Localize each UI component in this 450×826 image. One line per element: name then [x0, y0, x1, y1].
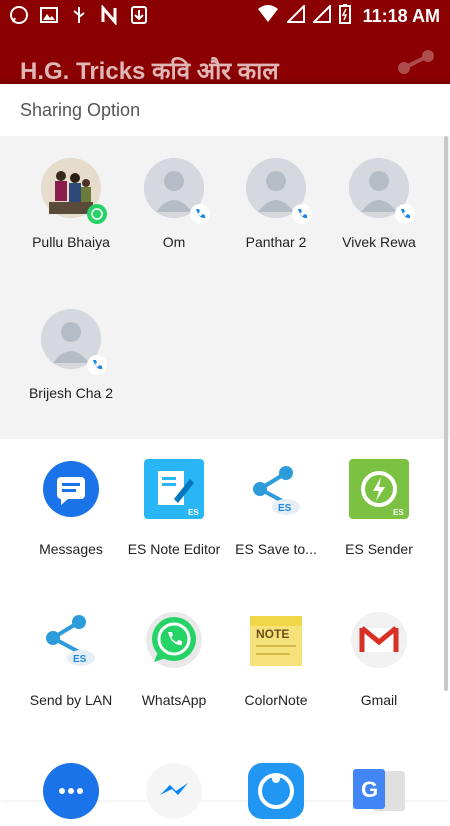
- status-bar: 11:18 AM: [0, 0, 450, 30]
- whatsapp-icon: [144, 610, 204, 670]
- share-target-gmail[interactable]: Gmail: [328, 610, 430, 708]
- share-target-whatsapp[interactable]: WhatsApp: [123, 610, 225, 708]
- share-target-es-sender[interactable]: ES ES Sender: [328, 459, 430, 557]
- whatsapp-notification-icon: [8, 4, 30, 26]
- usb-icon: [68, 4, 90, 26]
- messages-icon: [41, 459, 101, 519]
- contact-name: Pullu Bhaiya: [32, 234, 110, 250]
- phone-badge-icon: [190, 204, 210, 224]
- scrollbar[interactable]: [444, 136, 448, 691]
- avatar-photo: [41, 158, 107, 224]
- svg-text:ES: ES: [188, 508, 199, 517]
- battery-icon: [338, 4, 351, 29]
- colornote-icon: NOTE: [246, 610, 306, 670]
- share-target-messenger[interactable]: [123, 761, 225, 821]
- share-sheet: Sharing Option Pullu Bhaiya Om Panthar 2…: [0, 84, 450, 819]
- avatar-placeholder-icon: [41, 309, 107, 375]
- contact-om[interactable]: Om: [123, 158, 225, 250]
- contact-name: Brijesh Cha 2: [28, 385, 114, 401]
- whatsapp-badge-icon: [87, 204, 107, 224]
- app-bar: H.G. Tricks कवि और काल: [0, 30, 450, 85]
- share-target-chat[interactable]: [20, 761, 122, 821]
- share-target-es-note-editor[interactable]: ES ES Note Editor: [123, 459, 225, 557]
- shareit-icon: [246, 761, 306, 821]
- share-target-colornote[interactable]: NOTE ColorNote: [225, 610, 327, 708]
- app-label: ES Note Editor: [127, 541, 221, 557]
- avatar-placeholder-icon: [246, 158, 312, 224]
- download-icon: [128, 4, 150, 26]
- es-sender-icon: ES: [349, 459, 409, 519]
- google-translate-icon: G: [349, 761, 409, 821]
- wifi-icon: [257, 5, 279, 28]
- app-label: ES Save to...: [235, 541, 317, 557]
- contact-brijesh-cha-2[interactable]: Brijesh Cha 2: [20, 309, 122, 401]
- contact-pullu-bhaiya[interactable]: Pullu Bhaiya: [20, 158, 122, 250]
- contact-vivek-rewa[interactable]: Vivek Rewa: [328, 158, 430, 250]
- svg-text:NOTE: NOTE: [256, 627, 289, 641]
- app-label: Gmail: [360, 692, 398, 708]
- avatar-placeholder-icon: [144, 158, 210, 224]
- phone-badge-icon: [395, 204, 415, 224]
- phone-badge-icon: [292, 204, 312, 224]
- share-target-google-translate[interactable]: G: [328, 761, 430, 821]
- contact-name: Vivek Rewa: [342, 234, 416, 250]
- image-notification-icon: [38, 4, 60, 26]
- share-target-send-by-lan[interactable]: ES Send by LAN: [20, 610, 122, 708]
- signal-icon: [285, 3, 305, 28]
- share-target-shareit[interactable]: [225, 761, 327, 821]
- share-target-messages[interactable]: Messages: [20, 459, 122, 557]
- app-label: WhatsApp: [141, 692, 207, 708]
- avatar-placeholder-icon: [349, 158, 415, 224]
- es-save-icon: ES: [246, 459, 306, 519]
- contact-name: Om: [162, 234, 186, 250]
- svg-text:G: G: [361, 777, 378, 802]
- sheet-title: Sharing Option: [20, 100, 141, 120]
- share-target-es-save-to[interactable]: ES ES Save to...: [225, 459, 327, 557]
- svg-text:ES: ES: [393, 508, 404, 517]
- chat-icon: [41, 761, 101, 821]
- es-note-editor-icon: ES: [144, 459, 204, 519]
- share-targets: Messages ES ES Note Editor ES ES Save to…: [0, 439, 450, 819]
- app-label: Send by LAN: [29, 692, 113, 708]
- n-notification-icon: [98, 4, 120, 26]
- svg-text:ES: ES: [278, 503, 292, 514]
- share-icon[interactable]: [396, 48, 436, 93]
- direct-share-contacts: Pullu Bhaiya Om Panthar 2 Vivek Rewa Bri…: [0, 136, 450, 439]
- app-label: ES Sender: [345, 541, 413, 557]
- app-label: ColorNote: [244, 692, 308, 708]
- app-title: H.G. Tricks कवि और काल: [20, 58, 279, 85]
- send-by-lan-icon: ES: [41, 610, 101, 670]
- contact-panthar-2[interactable]: Panthar 2: [225, 158, 327, 250]
- svg-text:ES: ES: [73, 654, 87, 665]
- clock: 11:18 AM: [362, 6, 440, 26]
- app-label: Messages: [39, 541, 103, 557]
- gmail-icon: [349, 610, 409, 670]
- signal-icon-2: [311, 3, 331, 28]
- messenger-icon: [144, 761, 204, 821]
- contact-name: Panthar 2: [245, 234, 307, 250]
- phone-badge-icon: [87, 355, 107, 375]
